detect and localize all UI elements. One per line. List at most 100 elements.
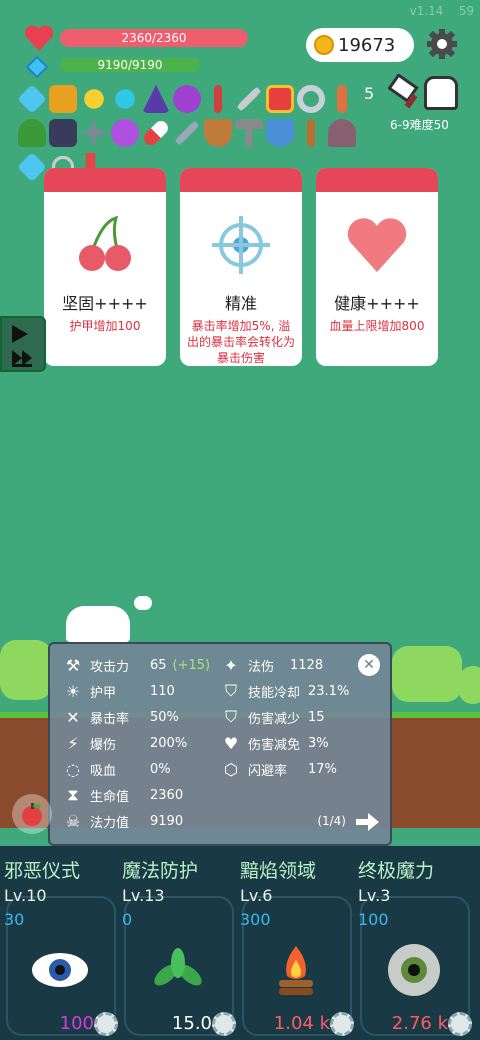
card-desc: 血量上限增加800 [329, 319, 425, 333]
gear-icon[interactable] [330, 1012, 354, 1036]
heart-icon [24, 25, 54, 51]
skill-name: 魔法防护 [122, 860, 199, 882]
skill-cost: 300 [240, 910, 271, 929]
gear-icon[interactable] [212, 1012, 236, 1036]
axe-icon: ⚒ [65, 655, 81, 675]
sun-icon: ☀ [65, 681, 81, 701]
shield-half-icon: ⛉ [224, 707, 237, 726]
skill-slot[interactable]: 邪恶仪式 Lv.10 30 100 [0, 846, 118, 1040]
blue-gem-icon[interactable] [115, 89, 135, 109]
skill-slot[interactable]: 魔法防护 Lv.13 0 15.0 [118, 846, 236, 1040]
crystal-icon[interactable] [17, 84, 47, 114]
tree [392, 646, 462, 702]
crystal-ball-icon[interactable] [173, 85, 201, 113]
mp-bar: 9190/9190 [60, 58, 200, 72]
coin-counter: 19673 [306, 28, 414, 62]
apple-icon [22, 803, 42, 826]
skill-slot[interactable]: 黯焰领域 Lv.6 300 1.04 k [236, 846, 354, 1040]
gift-icon[interactable] [266, 85, 294, 113]
wood-shield-icon[interactable] [204, 119, 232, 147]
sun-orb-icon[interactable] [84, 89, 104, 109]
card-title: 坚固++++ [62, 294, 148, 313]
pill-icon[interactable] [141, 118, 171, 148]
sword-icon[interactable] [236, 86, 262, 112]
hp-bar: 2360/2360 [60, 29, 248, 47]
hourglass-icon: ⧗ [67, 785, 79, 804]
lightning-icon: ⚡ [67, 733, 79, 753]
skill-level: Lv.10 [4, 886, 47, 905]
hammer-icon[interactable] [235, 119, 263, 147]
stats-panel: ✕ ⚒ 攻击力 65 (+15) ☀ 护甲 110 ✕ 暴击率 50% ⚡ 爆伤 200% ◌ 吸血… [48, 642, 392, 846]
ring-icon[interactable] [297, 85, 325, 113]
skill-value: 2.76 k [391, 1013, 448, 1034]
skill-level: Lv.6 [240, 886, 273, 905]
upgrade-card-health[interactable]: 健康++++ 血量上限增加800 [316, 168, 438, 366]
heart-icon [347, 218, 407, 272]
cherry-icon [79, 215, 131, 271]
crosshair-icon [212, 216, 270, 274]
shield-icon: ⛉ [224, 681, 237, 700]
cloud [66, 606, 130, 642]
version-label: v1.14 59 [409, 4, 474, 18]
dark-book-icon[interactable] [49, 119, 77, 147]
skill-name: 邪恶仪式 [4, 860, 81, 882]
coin-value: 19673 [338, 34, 396, 56]
card-desc: 护甲增加100 [69, 319, 141, 333]
heart-icon: ♥ [223, 733, 239, 753]
wizard-hat-icon[interactable] [142, 85, 170, 113]
skill-value: 15.0 [171, 1013, 212, 1034]
skill-level: Lv.3 [358, 886, 391, 905]
card-desc: 暴击率增加5%, 溢出的暴击率会转化为暴击伤害 [186, 319, 295, 365]
book-icon[interactable] [49, 85, 77, 113]
skill-value: 100 [59, 1013, 94, 1034]
skill-cost: 100 [358, 910, 389, 929]
gear-icon[interactable] [94, 1012, 118, 1036]
skill-cost: 30 [4, 910, 25, 929]
tree [458, 666, 480, 704]
close-button[interactable]: ✕ [358, 654, 380, 676]
ghost-icon[interactable] [424, 76, 458, 110]
page-indicator: (1/4) [317, 814, 346, 828]
cloud [134, 596, 152, 610]
speed-control-panel[interactable] [0, 316, 46, 372]
play-icon[interactable] [8, 322, 38, 346]
skill-cost: 0 [122, 910, 133, 929]
skill-slot[interactable]: 终极魔力 Lv.3 100 2.76 k [354, 846, 472, 1040]
tree [0, 640, 52, 700]
hexagon-icon: ⬡ [224, 759, 238, 779]
skill-name: 黯焰领域 [240, 860, 317, 882]
leaf-icon [154, 948, 202, 986]
blade-icon[interactable] [174, 120, 200, 146]
boss-cleaver-icon[interactable] [388, 74, 424, 110]
card-title: 健康++++ [334, 294, 420, 313]
campfire-icon [279, 946, 313, 995]
purple-orb-icon[interactable] [111, 119, 139, 147]
next-page-arrow-icon[interactable] [356, 812, 380, 832]
green-eye-icon [388, 944, 440, 996]
skip-icon[interactable] [8, 346, 38, 370]
gear-icon[interactable] [448, 1012, 472, 1036]
skill-bar: 邪恶仪式 Lv.10 30 100 魔法防护 Lv.13 0 15.0 黯焰领域… [0, 846, 480, 1040]
shuriken-icon[interactable] [80, 119, 108, 147]
ring-icon: ◌ [66, 759, 80, 779]
eye-icon [32, 953, 88, 987]
stage-label: 6-9难度50 [390, 118, 449, 132]
apple-button[interactable] [12, 794, 52, 834]
skill-level: Lv.13 [122, 886, 165, 905]
upgrade-card-armor[interactable]: 坚固++++ 护甲增加100 [44, 168, 166, 366]
mana-crystal-icon [26, 56, 48, 78]
crystal-icon-2[interactable] [17, 152, 47, 182]
torch-icon[interactable] [337, 85, 347, 113]
card-title: 精准 [224, 294, 257, 313]
plant-icon[interactable] [18, 119, 46, 147]
coin-icon [314, 35, 334, 55]
blue-shield-icon[interactable] [266, 119, 294, 147]
dagger-icon[interactable] [214, 85, 222, 113]
upgrade-card-precision[interactable]: 精准 暴击率增加5%, 溢出的暴击率会转化为暴击伤害 [180, 168, 302, 366]
knife-icon[interactable] [307, 119, 315, 147]
skull-icon: ☠ [65, 811, 81, 831]
cross-swords-icon: ✕ [66, 707, 80, 727]
skill-name: 终极魔力 [358, 860, 435, 882]
gear-icon[interactable] [426, 28, 458, 60]
tombstone-icon[interactable] [328, 119, 356, 147]
